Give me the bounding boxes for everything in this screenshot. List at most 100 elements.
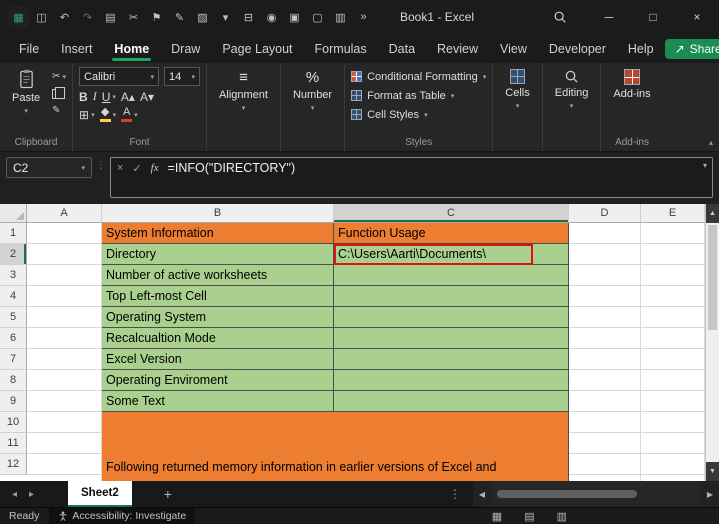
font-size-select[interactable]: 14▾: [164, 67, 200, 86]
scroll-down-icon[interactable]: ▼: [706, 462, 719, 481]
excel-app-icon[interactable]: ▦: [8, 6, 29, 28]
sheet-tab-sheet2[interactable]: Sheet2: [68, 481, 132, 507]
cell-A9[interactable]: [27, 391, 102, 412]
cell-D9[interactable]: [569, 391, 641, 412]
prev-sheet-icon[interactable]: ◂: [6, 489, 23, 500]
printer-icon[interactable]: ⊟: [238, 6, 259, 28]
insert-function-icon[interactable]: fx: [151, 160, 159, 174]
copy-button[interactable]: ▾: [52, 86, 66, 101]
cut-icon[interactable]: ✂: [123, 6, 144, 28]
tab-draw[interactable]: Draw: [160, 34, 211, 63]
cell-D8[interactable]: [569, 370, 641, 391]
name-box[interactable]: C2 ▾: [6, 157, 92, 178]
expand-formula-bar-icon[interactable]: ▾: [703, 161, 707, 170]
cell-A4[interactable]: [27, 286, 102, 307]
paste-button[interactable]: Paste ▾: [6, 67, 46, 117]
tab-developer[interactable]: Developer: [538, 34, 617, 63]
cell-C8[interactable]: [334, 370, 569, 391]
cell-C6[interactable]: [334, 328, 569, 349]
workbook-icon[interactable]: ▤: [100, 6, 121, 28]
redo-icon[interactable]: ↷: [77, 6, 98, 28]
font-family-select[interactable]: Calibri▾: [79, 67, 159, 86]
tab-file[interactable]: File: [8, 34, 50, 63]
cell-A8[interactable]: [27, 370, 102, 391]
overflow-icon[interactable]: »: [353, 6, 374, 28]
italic-button[interactable]: I: [93, 89, 97, 104]
scroll-right-icon[interactable]: ▶: [701, 481, 719, 507]
tab-help[interactable]: Help: [617, 34, 665, 63]
column-header-a[interactable]: A: [27, 204, 102, 223]
cell-C7[interactable]: [334, 349, 569, 370]
tab-insert[interactable]: Insert: [50, 34, 103, 63]
row-header-12[interactable]: 12: [0, 454, 27, 475]
cell-B7[interactable]: Excel Version: [102, 349, 334, 370]
footer-column-e[interactable]: [641, 412, 705, 481]
maximize-button[interactable]: □: [631, 0, 675, 34]
minimize-button[interactable]: ─: [587, 0, 631, 34]
cell-B9[interactable]: Some Text: [102, 391, 334, 412]
add-sheet-button[interactable]: +: [164, 486, 172, 502]
cells-button[interactable]: Cells ▾: [499, 67, 535, 112]
stamp-icon[interactable]: ◉: [261, 6, 282, 28]
cell-C5[interactable]: [334, 307, 569, 328]
cell-C9[interactable]: [334, 391, 569, 412]
cell-D5[interactable]: [569, 307, 641, 328]
decrease-font-button[interactable]: A▾: [140, 90, 154, 104]
vertical-scroll-thumb[interactable]: [708, 225, 717, 330]
row-header-2[interactable]: 2: [0, 244, 27, 265]
bold-button[interactable]: B: [79, 90, 88, 104]
page-break-view-icon[interactable]: ▥: [557, 510, 567, 523]
addins-button[interactable]: Add-ins: [607, 67, 656, 102]
collapse-ribbon-icon[interactable]: ▴: [709, 138, 713, 147]
column-header-e[interactable]: E: [641, 204, 705, 223]
cell-E7[interactable]: [641, 349, 705, 370]
cell-E6[interactable]: [641, 328, 705, 349]
row-header-7[interactable]: 7: [0, 349, 27, 370]
close-button[interactable]: ×: [675, 0, 719, 34]
accessibility-status[interactable]: Accessibility: Investigate: [49, 508, 195, 524]
camera-icon[interactable]: ▣: [284, 6, 305, 28]
name-box-splitter[interactable]: ⋮: [96, 157, 106, 171]
font-color-button[interactable]: A▾: [121, 107, 138, 122]
flag-icon[interactable]: ⚑: [146, 6, 167, 28]
cell-A6[interactable]: [27, 328, 102, 349]
next-sheet-icon[interactable]: ▸: [23, 489, 40, 500]
select-all-corner[interactable]: [0, 204, 27, 223]
cell-E5[interactable]: [641, 307, 705, 328]
row-header-5[interactable]: 5: [0, 307, 27, 328]
scroll-up-icon[interactable]: ▲: [706, 204, 719, 223]
borders-button[interactable]: ⊞▾: [79, 108, 95, 122]
cell-E3[interactable]: [641, 265, 705, 286]
footer-column-a[interactable]: [27, 412, 102, 481]
cell-C1[interactable]: Function Usage: [334, 223, 569, 244]
cell-B5[interactable]: Operating System: [102, 307, 334, 328]
cell-E9[interactable]: [641, 391, 705, 412]
save-icon[interactable]: ◫: [31, 6, 52, 28]
cell-E4[interactable]: [641, 286, 705, 307]
cell-C2[interactable]: C:\Users\Aarti\Documents\: [334, 244, 569, 265]
notes-icon[interactable]: ▥: [330, 6, 351, 28]
cut-button[interactable]: ✂ ▾: [52, 69, 66, 84]
tab-page-layout[interactable]: Page Layout: [211, 34, 303, 63]
column-header-d[interactable]: D: [569, 204, 641, 223]
tab-view[interactable]: View: [489, 34, 538, 63]
formula-input[interactable]: × ✓ fx =INFO("DIRECTORY") ▾: [110, 157, 713, 198]
confirm-entry-icon[interactable]: ✓: [132, 160, 141, 175]
tab-home[interactable]: Home: [103, 34, 160, 63]
scroll-left-icon[interactable]: ◀: [473, 481, 491, 507]
cell-C3[interactable]: [334, 265, 569, 286]
fill-color-button[interactable]: ◆▾: [100, 107, 117, 122]
cell-D3[interactable]: [569, 265, 641, 286]
cell-D1[interactable]: [569, 223, 641, 244]
tab-data[interactable]: Data: [378, 34, 426, 63]
cell-E2[interactable]: [641, 244, 705, 265]
row-header-11[interactable]: 11: [0, 433, 27, 454]
tab-review[interactable]: Review: [426, 34, 489, 63]
cell-A5[interactable]: [27, 307, 102, 328]
conditional-formatting-button[interactable]: Conditional Formatting▾: [351, 67, 486, 86]
row-header-9[interactable]: 9: [0, 391, 27, 412]
row-header-1[interactable]: 1: [0, 223, 27, 244]
cell-B4[interactable]: Top Left-most Cell: [102, 286, 334, 307]
column-header-c[interactable]: C: [334, 204, 569, 223]
sheet-options-icon[interactable]: ⋮: [437, 487, 473, 501]
